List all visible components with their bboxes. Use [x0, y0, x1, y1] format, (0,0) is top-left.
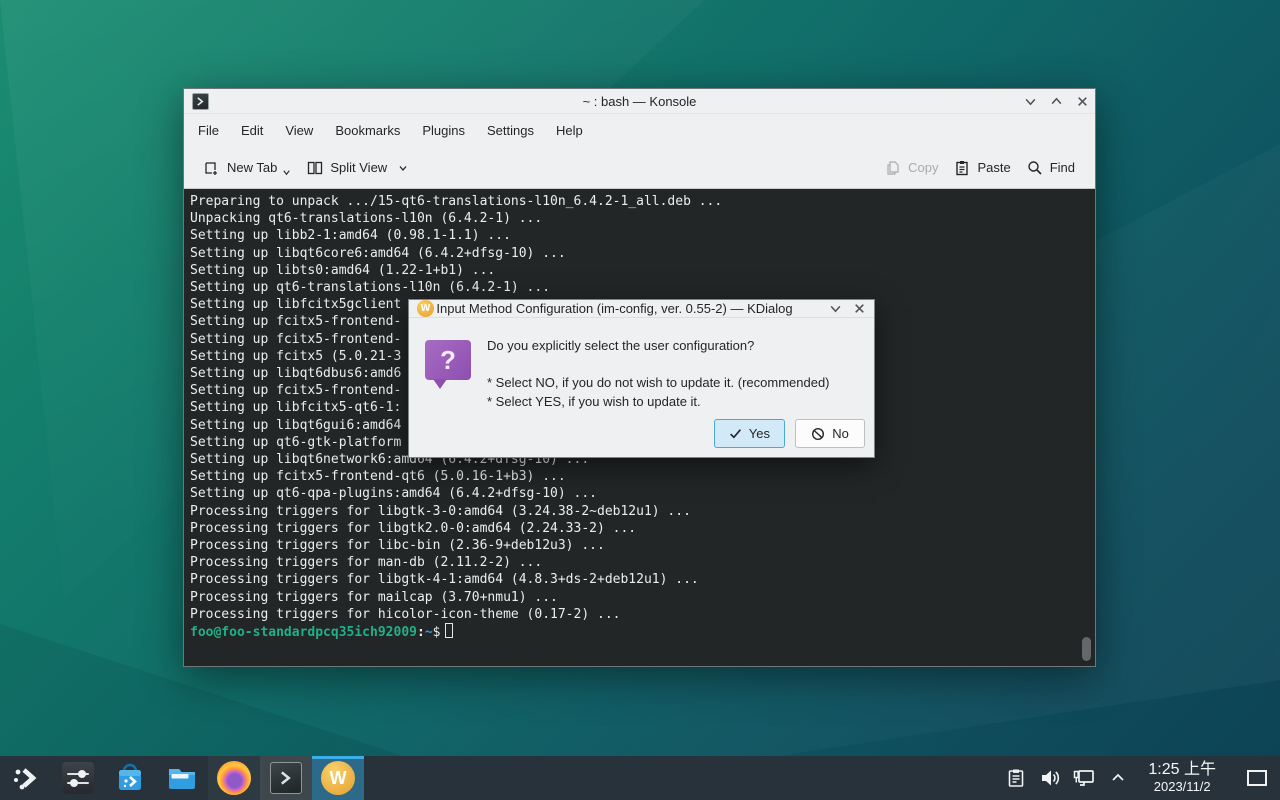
volume-icon: [1039, 767, 1061, 789]
terminal-line: Setting up libqt6core6:amd64 (6.4.2+dfsg…: [190, 245, 1089, 262]
dolphin-icon: [165, 761, 199, 795]
menubar: File Edit View Bookmarks Plugins Setting…: [184, 114, 1095, 147]
terminal-line: Processing triggers for libgtk-3-0:amd64…: [190, 503, 1089, 520]
terminal-scrollbar[interactable]: [1082, 637, 1091, 661]
terminal-line: Processing triggers for libc-bin (2.36-9…: [190, 537, 1089, 554]
network-tray-button[interactable]: [1070, 756, 1098, 800]
taskbar-task-firefox[interactable]: [208, 756, 260, 800]
terminal-line: Processing triggers for man-db (2.11.2-2…: [190, 554, 1089, 571]
toolbar: New Tab Split View Copy Paste Find: [184, 147, 1095, 189]
prompt-separator: :: [417, 625, 425, 640]
find-icon: [1027, 160, 1043, 176]
kdialog-titlebar[interactable]: W Input Method Configuration (im-config,…: [409, 300, 874, 318]
split-view-label: Split View: [330, 160, 387, 175]
expand-tray-button[interactable]: [1104, 756, 1132, 800]
window-title: ~ : bash — Konsole: [184, 94, 1095, 109]
paste-label: Paste: [977, 160, 1010, 175]
new-tab-label: New Tab: [227, 160, 277, 175]
clipboard-tray-button[interactable]: [1002, 756, 1030, 800]
paste-icon: [954, 160, 970, 176]
minimize-icon[interactable]: [1023, 94, 1037, 108]
kdialog-more-icon[interactable]: [828, 302, 842, 316]
shell-prompt: foo@foo-standardpcq35ich92009:~$: [190, 623, 1089, 641]
file-manager-launcher[interactable]: [156, 756, 208, 800]
check-icon: [729, 427, 742, 440]
clock-time: 1:25 上午: [1148, 761, 1216, 779]
find-button[interactable]: Find: [1019, 154, 1083, 182]
terminal-cursor: [445, 623, 453, 638]
terminal-line: Unpacking qt6-translations-l10n (6.4.2-1…: [190, 210, 1089, 227]
new-tab-icon: [204, 160, 220, 176]
terminal-line: Setting up libb2-1:amd64 (0.98.1-1.1) ..…: [190, 227, 1089, 244]
system-settings-icon: [62, 762, 94, 794]
yes-button-label: Yes: [749, 426, 770, 441]
menu-view[interactable]: View: [274, 117, 324, 144]
split-view-button[interactable]: Split View: [299, 154, 416, 182]
app-launcher-icon: [11, 763, 41, 793]
deny-icon: [811, 427, 825, 441]
no-button[interactable]: No: [795, 419, 865, 448]
dialog-question: Do you explicitly select the user config…: [487, 338, 862, 353]
menu-settings[interactable]: Settings: [476, 117, 545, 144]
menu-help[interactable]: Help: [545, 117, 594, 144]
terminal-line: Setting up libts0:amd64 (1.22-1+b1) ...: [190, 262, 1089, 279]
copy-icon: [885, 160, 901, 176]
show-desktop-button[interactable]: [1240, 768, 1274, 788]
close-icon[interactable]: [1075, 94, 1089, 108]
terminal-line: Setting up fcitx5-frontend-qt6 (5.0.16-1…: [190, 468, 1089, 485]
menu-edit[interactable]: Edit: [230, 117, 274, 144]
terminal-line: Processing triggers for libgtk-4-1:amd64…: [190, 571, 1089, 588]
yes-button[interactable]: Yes: [714, 419, 785, 448]
kdialog-title: Input Method Configuration (im-config, v…: [409, 301, 820, 316]
prompt-user-host: foo@foo-standardpcq35ich92009: [190, 625, 417, 640]
paste-button[interactable]: Paste: [946, 154, 1018, 182]
no-button-label: No: [832, 426, 849, 441]
maximize-icon[interactable]: [1049, 94, 1063, 108]
digital-clock[interactable]: 1:25 上午 2023/11/2: [1138, 761, 1226, 794]
show-desktop-icon: [1245, 768, 1269, 788]
question-icon: ?: [425, 340, 471, 380]
discover-icon: [113, 761, 147, 795]
prompt-path: ~: [425, 625, 433, 640]
konsole-window-icon: [192, 93, 209, 110]
dialog-note-yes: * Select YES, if you wish to update it.: [487, 394, 862, 409]
new-tab-button[interactable]: New Tab: [196, 152, 299, 183]
volume-tray-button[interactable]: [1036, 756, 1064, 800]
terminal-line: Setting up qt6-translations-l10n (6.4.2-…: [190, 279, 1089, 296]
konsole-titlebar[interactable]: ~ : bash — Konsole: [184, 89, 1095, 114]
menu-file[interactable]: File: [187, 117, 230, 144]
dialog-note-no: * Select NO, if you do not wish to updat…: [487, 375, 862, 390]
network-icon: [1072, 766, 1096, 790]
copy-label: Copy: [908, 160, 938, 175]
konsole-icon: [270, 762, 302, 794]
split-view-icon: [307, 160, 323, 176]
app-launcher-button[interactable]: [0, 756, 52, 800]
kdialog-window: W Input Method Configuration (im-config,…: [408, 299, 875, 458]
firefox-icon: [217, 761, 251, 795]
split-view-dropdown-icon: [398, 163, 408, 173]
taskbar: W 1:25 上午 2023/11/2: [0, 756, 1280, 800]
taskbar-task-konsole[interactable]: [260, 756, 312, 800]
terminal-line: Processing triggers for hicolor-icon-the…: [190, 606, 1089, 623]
copy-button[interactable]: Copy: [877, 154, 946, 182]
terminal-line: Setting up qt6-qpa-plugins:amd64 (6.4.2+…: [190, 485, 1089, 502]
menu-plugins[interactable]: Plugins: [411, 117, 476, 144]
find-label: Find: [1050, 160, 1075, 175]
new-tab-dropdown-icon: [282, 168, 291, 177]
clock-date: 2023/11/2: [1148, 780, 1216, 795]
prompt-symbol: $: [433, 625, 441, 640]
discover-launcher[interactable]: [104, 756, 156, 800]
clipboard-icon: [1006, 768, 1026, 788]
system-settings-launcher[interactable]: [52, 756, 104, 800]
kdialog-close-icon[interactable]: [852, 302, 866, 316]
terminal-line: Processing triggers for libgtk2.0-0:amd6…: [190, 520, 1089, 537]
menu-bookmarks[interactable]: Bookmarks: [324, 117, 411, 144]
kdialog-icon: W: [321, 761, 355, 795]
terminal-line: Processing triggers for mailcap (3.70+nm…: [190, 589, 1089, 606]
taskbar-task-kdialog[interactable]: W: [312, 756, 364, 800]
expand-tray-icon: [1110, 770, 1126, 786]
terminal-line: Preparing to unpack .../15-qt6-translati…: [190, 193, 1089, 210]
